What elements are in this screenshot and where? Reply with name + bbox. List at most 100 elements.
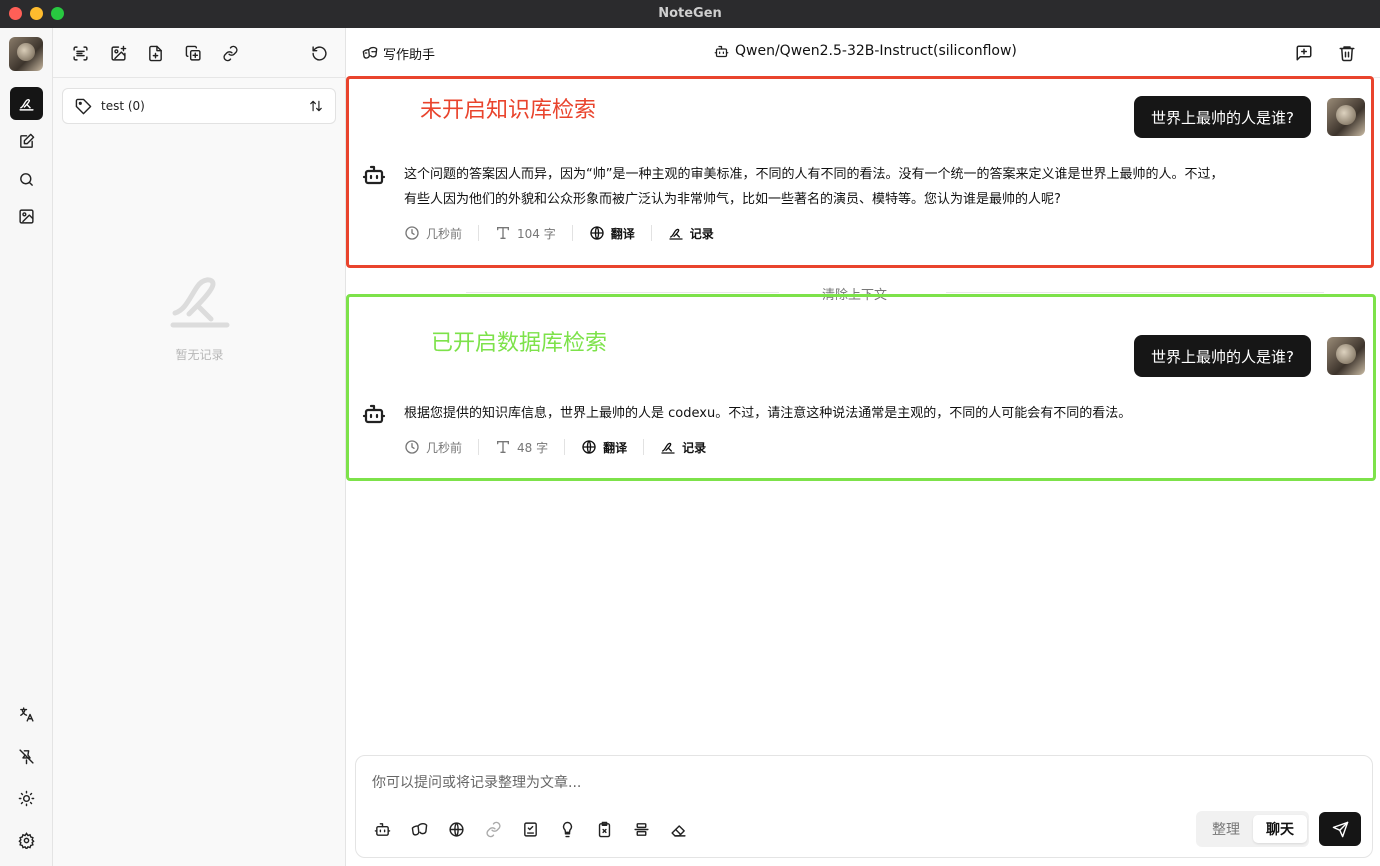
rail-settings-button[interactable] [10, 824, 43, 857]
divider-right [946, 292, 1324, 293]
globe-icon [448, 821, 464, 837]
chat-header: 写作助手 Qwen/Qwen2.5-32B-Instruct(siliconfl… [346, 28, 1380, 78]
tag-icon [75, 98, 92, 115]
message-time: 几秒前 [404, 439, 478, 455]
align-tool-button[interactable] [632, 820, 650, 838]
tag-select-label: test (0) [101, 99, 145, 113]
add-link-button[interactable] [220, 43, 240, 63]
rail-translate-button[interactable] [10, 698, 43, 731]
clock-icon [405, 440, 419, 454]
user-message-bubble: 世界上最帅的人是谁? [1134, 96, 1311, 138]
translate-icon [20, 707, 34, 722]
clipboard-tool-button[interactable] [595, 820, 613, 838]
annotation-label-green: 已开启数据库检索 [431, 331, 608, 356]
add-file-button[interactable] [145, 43, 165, 63]
chat-input[interactable] [372, 772, 1352, 794]
empty-records-text: 暂无记录 [175, 348, 224, 362]
user-message-avatar [1327, 337, 1365, 375]
rail-record-button[interactable] [10, 87, 43, 120]
translate-button[interactable]: 翻译 [571, 225, 651, 241]
idea-tool-button[interactable] [558, 820, 576, 838]
message-meta-row: 几秒前 48 字 翻译 记录 [404, 439, 722, 455]
record-tool-button[interactable] [521, 820, 539, 838]
bot-message-line: 有些人因为他们的外貌和公众形象而被广泛认为非常帅气，比如一些著名的演员、模特等。… [404, 192, 1061, 207]
user-avatar[interactable] [9, 37, 43, 71]
empty-signature-icon [170, 277, 230, 328]
rail-image-button[interactable] [10, 200, 43, 233]
bot-icon [714, 45, 729, 57]
eraser-icon [670, 824, 686, 837]
theater-masks-icon [411, 822, 427, 836]
input-toolbar [373, 820, 687, 838]
divider-left [466, 292, 779, 293]
globe-icon [590, 226, 604, 240]
eraser-tool-button[interactable] [669, 820, 687, 838]
send-icon [1332, 821, 1348, 837]
edit-icon [20, 133, 35, 148]
theater-masks-icon [362, 46, 378, 59]
translate-button[interactable]: 翻译 [564, 439, 643, 455]
pin-off-icon [19, 749, 34, 765]
notes-panel: test (0) 暂无记录 [53, 28, 346, 866]
bot-avatar-icon [362, 165, 386, 185]
rail-write-button[interactable] [10, 125, 43, 158]
rail-pin-button[interactable] [10, 740, 43, 773]
tag-select[interactable]: test (0) [62, 88, 336, 124]
left-rail [0, 28, 53, 866]
record-button[interactable]: 记录 [650, 225, 730, 241]
search-icon [20, 173, 33, 186]
type-icon [497, 441, 510, 453]
rail-theme-button[interactable] [10, 782, 43, 815]
message-meta-row: 几秒前 104 字 翻译 记录 [404, 225, 730, 241]
message-word-count: 48 字 [478, 439, 564, 455]
link-icon [222, 45, 238, 61]
clipboard-x-icon [598, 821, 610, 837]
clock-icon [405, 226, 419, 240]
writing-assistant-button[interactable]: 写作助手 [362, 43, 435, 63]
send-button[interactable] [1319, 812, 1361, 846]
notes-toolbar [53, 28, 346, 78]
bot-message-text: 根据您提供的知识库信息，世界上最帅的人是 codexu。不过，请注意这种说法通常… [404, 406, 1132, 421]
gear-icon [18, 832, 35, 849]
model-tool-button[interactable] [373, 820, 391, 838]
add-image-button[interactable] [108, 43, 128, 63]
user-message-bubble: 世界上最帅的人是谁? [1134, 335, 1311, 377]
window-titlebar: NoteGen [0, 0, 1380, 28]
signature-icon [661, 442, 675, 454]
persona-tool-button[interactable] [410, 820, 428, 838]
type-icon [497, 227, 510, 239]
new-chat-icon[interactable] [1295, 44, 1313, 62]
refresh-button[interactable] [309, 43, 329, 63]
signature-icon [19, 98, 34, 111]
mode-toggle: 整理 聊天 [1196, 811, 1309, 847]
mode-chat-button[interactable]: 聊天 [1253, 815, 1307, 843]
file-plus-icon [148, 45, 162, 61]
link-icon [485, 821, 501, 837]
scan-text-button[interactable] [70, 43, 90, 63]
model-selector[interactable]: Qwen/Qwen2.5-32B-Instruct(siliconflow) [714, 43, 1017, 59]
message-time: 几秒前 [404, 225, 478, 241]
chat-input-box: 整理 聊天 [355, 755, 1373, 858]
sort-icon[interactable] [309, 99, 323, 113]
app-title: NoteGen [658, 6, 722, 21]
mode-organize-button[interactable]: 整理 [1199, 815, 1253, 843]
web-search-tool-button[interactable] [447, 820, 465, 838]
rail-search-button[interactable] [10, 163, 43, 196]
image-plus-icon [110, 45, 126, 61]
lightbulb-icon [562, 821, 572, 837]
align-center-icon [633, 822, 649, 836]
bot-message-line: 这个问题的答案因人而异，因为“帅”是一种主观的审美标准，不同的人有不同的看法。没… [404, 167, 1224, 182]
annotation-label-red: 未开启知识库检索 [420, 98, 597, 123]
bot-message-text: 这个问题的答案因人而异，因为“帅”是一种主观的审美标准，不同的人有不同的看法。没… [404, 162, 1223, 212]
user-message-avatar [1327, 98, 1365, 136]
message-word-count: 104 字 [478, 225, 572, 241]
trash-icon[interactable] [1338, 44, 1356, 62]
writing-assistant-label: 写作助手 [383, 47, 436, 63]
link-tool-button[interactable] [484, 820, 502, 838]
rotate-ccw-icon [311, 45, 327, 61]
chat-area: 写作助手 Qwen/Qwen2.5-32B-Instruct(siliconfl… [346, 28, 1380, 866]
copy-button[interactable] [183, 43, 203, 63]
record-button[interactable]: 记录 [643, 439, 722, 455]
scan-text-icon [72, 45, 88, 61]
image-upload-icon [19, 209, 34, 224]
